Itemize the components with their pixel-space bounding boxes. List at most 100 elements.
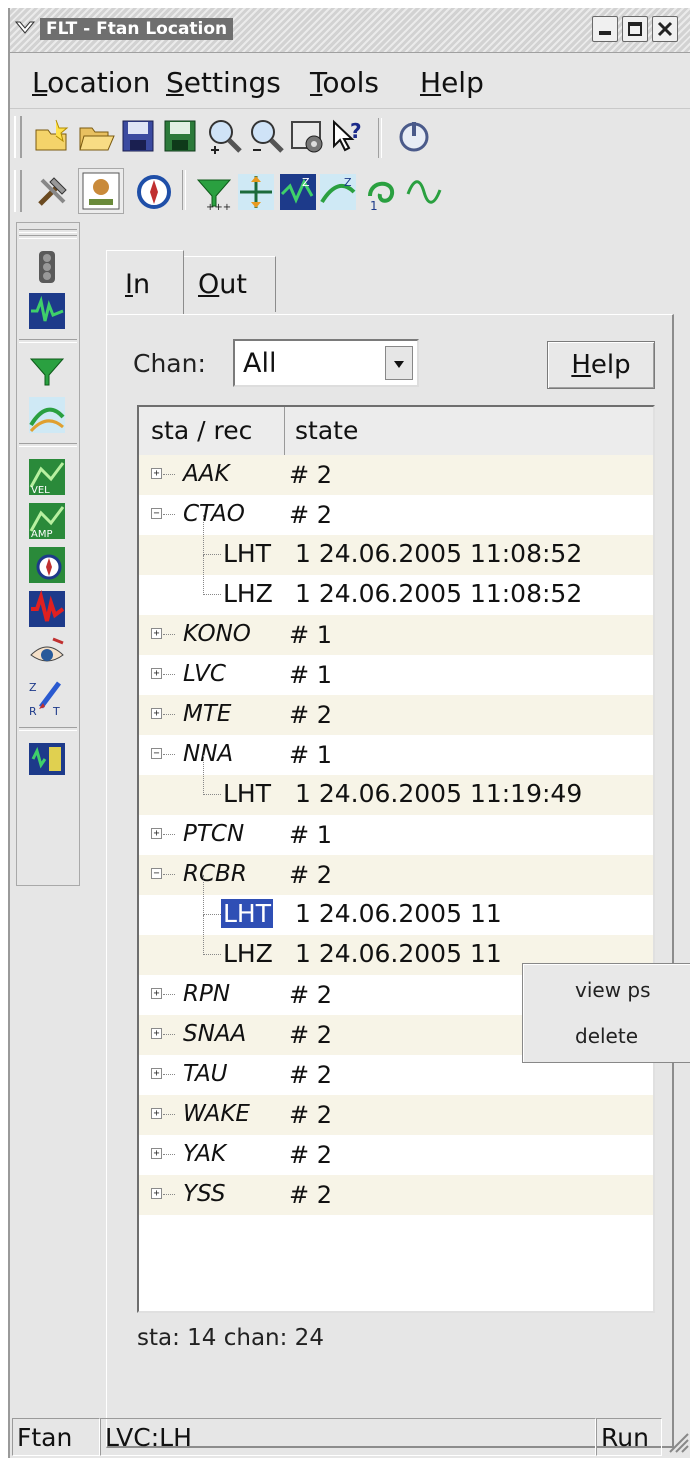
power-icon[interactable] xyxy=(394,116,434,156)
chan-select[interactable]: All xyxy=(233,339,419,387)
station-name: LVC xyxy=(183,661,226,687)
station-row[interactable]: + LVC # 1 xyxy=(139,655,653,695)
station-row[interactable]: − NNA # 1 xyxy=(139,735,653,775)
tab-in[interactable]: In xyxy=(106,250,184,314)
zoom-out-icon[interactable] xyxy=(246,116,286,156)
station-row[interactable]: + PTCN # 1 xyxy=(139,815,653,855)
traffic-light-icon[interactable] xyxy=(27,247,67,287)
seismogram-icon[interactable] xyxy=(27,291,67,331)
menu-tools-label: ools xyxy=(322,66,379,99)
station-name: YSS xyxy=(183,1181,226,1207)
expand-icon[interactable]: + xyxy=(151,708,162,719)
whats-this-icon[interactable]: ? xyxy=(328,116,368,156)
tab-in-mnemonic: I xyxy=(125,269,133,300)
rotate-zrt-icon[interactable]: Z xyxy=(278,172,318,212)
station-state: # 1 xyxy=(289,661,333,689)
channel-row[interactable]: LHZ 1 24.06.2005 11:08:52 xyxy=(139,555,653,615)
tools-icon[interactable] xyxy=(32,172,72,212)
minimize-icon[interactable] xyxy=(592,16,618,42)
wave-one-icon[interactable]: 1 xyxy=(362,172,402,213)
menu-bar: Location Settings Tools Help xyxy=(10,52,690,109)
toolbar-handle[interactable] xyxy=(19,229,77,233)
chevron-down-icon[interactable] xyxy=(385,346,413,380)
channel-row[interactable]: LHT 1 24.06.2005 11 xyxy=(139,875,653,935)
red-seismogram-icon[interactable] xyxy=(27,589,67,629)
tab-out[interactable]: Out xyxy=(184,256,276,312)
cross-arrows-icon[interactable] xyxy=(236,172,276,212)
help-button[interactable]: Help xyxy=(547,341,655,389)
maximize-icon[interactable] xyxy=(622,16,648,42)
book-icon[interactable] xyxy=(27,739,67,779)
toolbar-separator xyxy=(19,339,77,343)
new-folder-icon[interactable] xyxy=(32,116,72,156)
expand-icon[interactable]: + xyxy=(151,1108,162,1119)
resize-grip-icon[interactable] xyxy=(666,1424,690,1458)
station-row[interactable]: + MTE # 2 xyxy=(139,695,653,735)
station-row[interactable]: + AAK # 2 xyxy=(139,455,653,495)
context-item-view-ps[interactable]: view ps xyxy=(575,978,651,1002)
close-icon[interactable] xyxy=(652,16,678,42)
menu-location[interactable]: Location xyxy=(32,66,150,99)
compass-map-icon[interactable] xyxy=(27,545,67,585)
channel-name-selected: LHT xyxy=(221,899,273,928)
station-list[interactable]: sta / rec state + AAK # 2 − CTAO # 2 LHT 1 24.0… xyxy=(137,405,655,1313)
collapse-icon[interactable]: − xyxy=(151,508,162,519)
station-name: KONO xyxy=(183,621,251,647)
expand-icon[interactable]: + xyxy=(151,1148,162,1159)
view-settings-icon[interactable] xyxy=(288,116,328,156)
open-icon[interactable] xyxy=(76,116,116,156)
save-icon[interactable] xyxy=(118,116,158,156)
compass-icon[interactable] xyxy=(134,172,174,212)
zrt-pen-icon[interactable]: ZR T xyxy=(27,677,67,718)
menu-tools[interactable]: Tools xyxy=(310,66,379,99)
station-name: RCBR xyxy=(183,861,247,887)
expand-icon[interactable]: + xyxy=(151,628,162,639)
svg-text:1: 1 xyxy=(370,199,378,212)
expand-icon[interactable]: + xyxy=(151,668,162,679)
toolbar-separator xyxy=(19,727,77,731)
filter-icon[interactable] xyxy=(27,351,67,391)
station-row[interactable]: − RCBR # 2 xyxy=(139,855,653,895)
window-menu-icon[interactable] xyxy=(14,18,36,38)
velocity-icon[interactable]: VEL xyxy=(27,457,67,497)
eye-icon[interactable] xyxy=(27,633,67,673)
expand-icon[interactable]: + xyxy=(151,468,162,479)
station-name: RPN xyxy=(183,981,231,1007)
expand-icon[interactable]: + xyxy=(151,988,162,999)
menu-settings-mnemonic: S xyxy=(166,66,184,99)
channel-state: 1 24.06.2005 11:19:49 xyxy=(295,779,583,808)
sine-wave-icon[interactable] xyxy=(404,172,444,212)
tab-panel-in: Chan: All Help sta / rec state + AAK # 2 − C… xyxy=(106,314,674,1448)
channel-row[interactable]: LHT 1 24.06.2005 11:19:49 xyxy=(139,755,653,815)
station-row[interactable]: + YSS # 2 xyxy=(139,1175,653,1215)
station-name: AAK xyxy=(183,461,230,487)
curve-icon[interactable] xyxy=(27,395,67,435)
collapse-icon[interactable]: − xyxy=(151,868,162,879)
station-state: # 1 xyxy=(289,621,333,649)
zoom-in-icon[interactable] xyxy=(204,116,244,156)
collapse-icon[interactable]: − xyxy=(151,748,162,759)
amplitude-icon[interactable]: AMP xyxy=(27,501,67,541)
expand-icon[interactable]: + xyxy=(151,828,162,839)
toolbar-handle[interactable] xyxy=(14,116,22,158)
filter-icon[interactable]: +++ xyxy=(194,172,234,213)
context-item-delete[interactable]: delete xyxy=(575,1024,638,1048)
station-row[interactable]: − CTAO # 2 xyxy=(139,495,653,535)
station-row[interactable]: + YAK # 2 xyxy=(139,1135,653,1175)
station-row[interactable]: + KONO # 1 xyxy=(139,615,653,655)
column-header-state[interactable]: state xyxy=(285,407,653,455)
menu-help[interactable]: Help xyxy=(420,66,484,99)
station-row[interactable]: + WAKE # 2 xyxy=(139,1095,653,1135)
channel-row[interactable]: LHT 1 24.06.2005 11:08:52 xyxy=(139,515,653,575)
expand-icon[interactable]: + xyxy=(151,1028,162,1039)
rotate-zrt-2-icon[interactable]: Z xyxy=(318,172,358,212)
station-map-button[interactable] xyxy=(78,168,124,214)
toolbar-handle[interactable] xyxy=(14,170,22,212)
expand-icon[interactable]: + xyxy=(151,1068,162,1079)
expand-icon[interactable]: + xyxy=(151,1188,162,1199)
title-bar[interactable]: FLT - Ftan Location xyxy=(10,8,690,53)
station-state: # 1 xyxy=(289,821,333,849)
menu-settings[interactable]: Settings xyxy=(166,66,281,99)
save-as-icon[interactable] xyxy=(160,116,200,156)
column-header-sta-rec[interactable]: sta / rec xyxy=(139,407,285,455)
